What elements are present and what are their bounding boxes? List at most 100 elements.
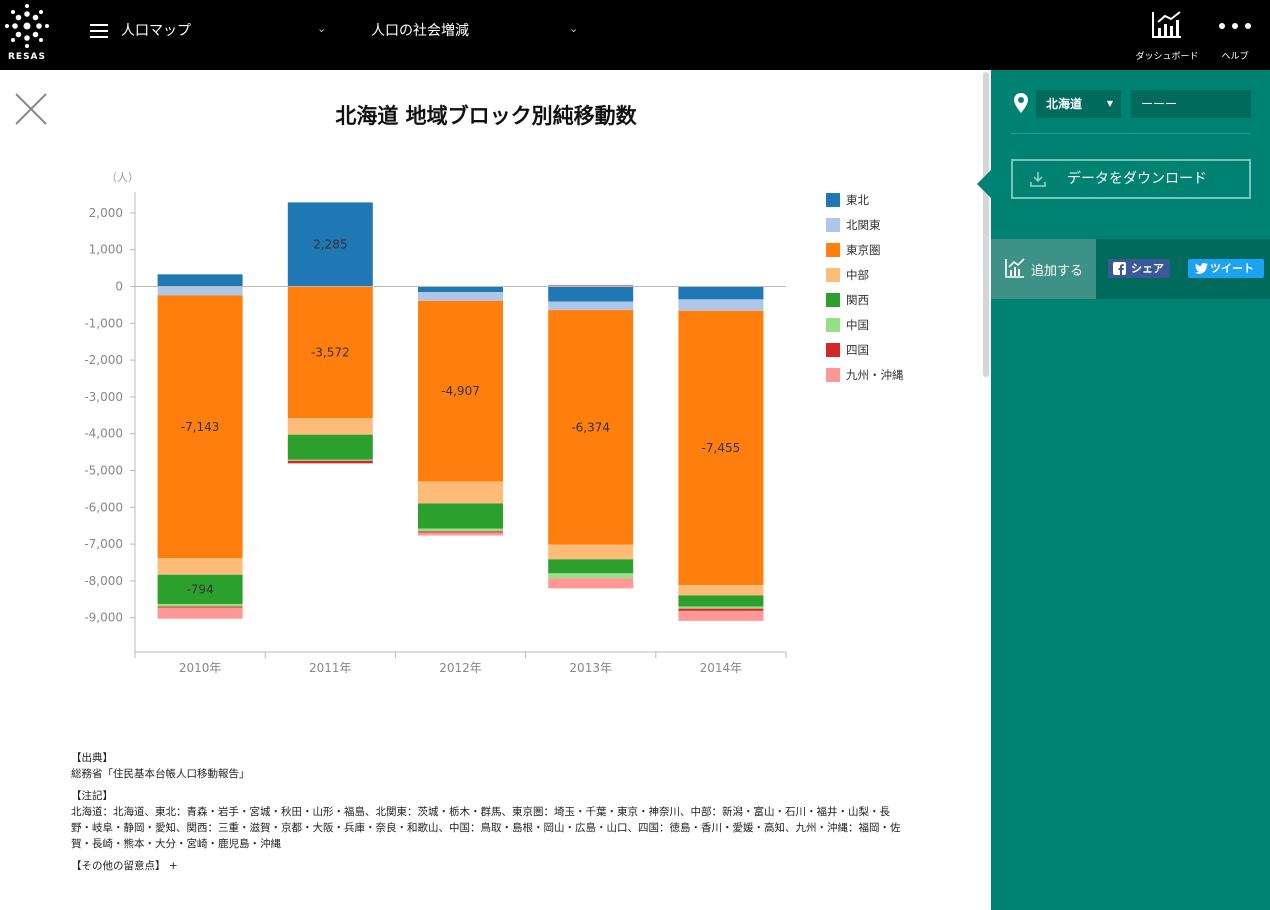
note-text: 北海道：北海道、東北：青森・岩手・宮城・秋田・山形・福島、北関東：茨城・栃木・群… xyxy=(71,806,901,850)
logo-text: RESAS xyxy=(7,52,46,62)
tweet-label: ツイート xyxy=(1210,262,1254,275)
divider xyxy=(1011,133,1250,134)
share-label: シェア xyxy=(1131,262,1164,275)
city-select-label: ーーー xyxy=(1141,97,1178,111)
data-label: -4,907 xyxy=(441,384,480,398)
hamburger-menu-icon[interactable] xyxy=(90,24,108,38)
panel-notch xyxy=(977,170,991,198)
bar-segment xyxy=(418,286,503,293)
city-select[interactable]: ーーー xyxy=(1131,90,1251,118)
sub-map-select-label: 人口の社会増減 xyxy=(371,23,469,39)
legend-label: 中国 xyxy=(846,318,869,332)
share-row: 追加する シェア ツイート xyxy=(991,239,1270,299)
prefecture-select-label: 北海道 xyxy=(1046,97,1083,111)
bar-segment xyxy=(678,610,764,621)
bar-segment xyxy=(418,532,503,536)
chevron-down-icon: ⌄ xyxy=(317,22,327,35)
data-label: -7,143 xyxy=(181,420,220,434)
caret-down-icon: ▼ xyxy=(1106,99,1113,108)
bar-segment xyxy=(548,301,634,311)
dashboard-icon xyxy=(1152,11,1181,38)
dashboard-button[interactable]: ダッシュボード xyxy=(1134,8,1200,64)
bar-segment xyxy=(157,603,243,607)
legend-swatch xyxy=(826,368,840,382)
bar-segment xyxy=(678,585,764,596)
bar-segment xyxy=(287,434,373,460)
data-label: -7,455 xyxy=(702,441,741,455)
legend-swatch xyxy=(826,193,840,207)
legend-label: 中部 xyxy=(846,268,869,282)
bar-segment xyxy=(678,606,764,609)
bar-segment xyxy=(678,299,764,311)
bar-segment xyxy=(157,286,243,296)
y-tick-label: -8,000 xyxy=(84,574,123,588)
x-tick-label: 2012年 xyxy=(439,661,482,675)
source-text: 総務省「住民基本台帳人口移動報告」 xyxy=(71,768,250,780)
data-label: -6,374 xyxy=(571,420,610,434)
y-tick-label: -1,000 xyxy=(84,316,123,330)
logo-mark-icon xyxy=(5,4,49,48)
x-tick-label: 2011年 xyxy=(309,661,352,675)
y-axis-unit-label: （人） xyxy=(106,171,139,184)
bar-segment xyxy=(418,481,503,504)
download-label: データをダウンロード xyxy=(1067,171,1207,187)
facebook-share-button[interactable]: シェア xyxy=(1108,259,1170,278)
other-notes-toggle[interactable]: 【その他の留意点】 + xyxy=(71,858,901,874)
bar-segment xyxy=(157,606,243,608)
bar-segment xyxy=(418,292,503,301)
twitter-tweet-button[interactable]: ツイート xyxy=(1188,259,1264,278)
data-label: -794 xyxy=(186,582,213,596)
legend-swatch xyxy=(826,268,840,282)
dashboard-label: ダッシュボード xyxy=(1135,52,1199,62)
chart-add-icon xyxy=(1005,258,1025,278)
legend-swatch xyxy=(826,218,840,232)
bar-segment xyxy=(287,460,373,464)
map-select-label: 人口マップ xyxy=(121,23,191,39)
legend-swatch xyxy=(826,243,840,257)
prefecture-select[interactable]: 北海道 ▼ xyxy=(1036,90,1121,118)
sub-map-select[interactable]: 人口の社会増減 ⌄ xyxy=(371,20,581,42)
bar-segment xyxy=(548,559,634,574)
y-tick-label: -2,000 xyxy=(84,353,123,367)
add-label: 追加する xyxy=(1031,264,1084,279)
more-dots-icon xyxy=(1219,23,1251,29)
x-tick-label: 2010年 xyxy=(179,661,222,675)
download-data-button[interactable]: データをダウンロード xyxy=(1011,159,1251,199)
source-heading: 【出典】 xyxy=(71,752,113,764)
y-tick-label: 1,000 xyxy=(89,243,123,257)
add-to-dashboard-button[interactable]: 追加する xyxy=(991,239,1096,299)
y-tick-label: -6,000 xyxy=(84,500,123,514)
bar-segment xyxy=(548,286,634,302)
top-bar: RESAS 人口マップ ⌄ 人口の社会増減 ⌄ ダッシュボード ヘルプ xyxy=(0,0,1270,70)
legend-label: 九州・沖縄 xyxy=(846,368,904,382)
y-tick-label: -9,000 xyxy=(84,611,123,625)
map-select[interactable]: 人口マップ ⌄ xyxy=(121,20,331,42)
notes-section: 【出典】 総務省「住民基本台帳人口移動報告」 【注記】 北海道：北海道、東北：青… xyxy=(71,750,901,874)
y-tick-label: -5,000 xyxy=(84,464,123,478)
bar-segment xyxy=(157,274,243,287)
legend-swatch xyxy=(826,318,840,332)
x-tick-label: 2013年 xyxy=(569,661,612,675)
y-tick-label: 2,000 xyxy=(89,206,123,220)
bar-segment xyxy=(287,459,373,461)
facebook-icon xyxy=(1113,262,1126,275)
y-tick-label: -7,000 xyxy=(84,537,123,551)
location-pin-icon xyxy=(1014,93,1028,113)
twitter-bird-icon xyxy=(1195,263,1208,274)
y-tick-label: -3,000 xyxy=(84,390,123,404)
resas-logo[interactable]: RESAS xyxy=(0,0,54,66)
help-label: ヘルプ xyxy=(1221,52,1249,62)
bar-segment xyxy=(548,573,634,579)
help-button[interactable]: ヘルプ xyxy=(1212,8,1258,64)
chevron-down-icon: ⌄ xyxy=(569,22,579,35)
right-panel: 北海道 ▼ ーーー データをダウンロード 追加する シェア ツイート xyxy=(991,70,1270,910)
legend-label: 北関東 xyxy=(846,218,881,232)
scrollbar[interactable] xyxy=(983,72,989,377)
legend-label: 東京圏 xyxy=(846,243,881,257)
bar-segment xyxy=(287,418,373,435)
bar-segment xyxy=(678,286,764,300)
legend-label: 関西 xyxy=(846,293,869,307)
download-icon xyxy=(1030,172,1046,187)
bar-segment xyxy=(678,595,764,607)
chart-title: 北海道 地域ブロック別純移動数 xyxy=(335,104,637,128)
